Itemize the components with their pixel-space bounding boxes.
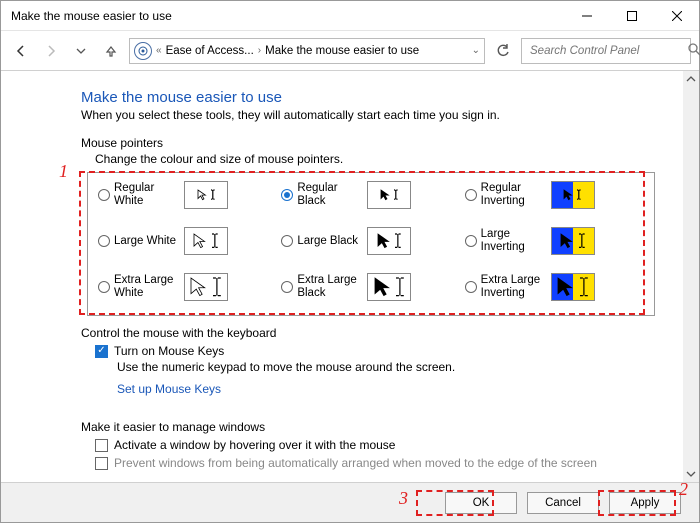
cursor-preview-icon xyxy=(184,227,228,255)
pointer-label: Extra Large Black xyxy=(297,274,363,299)
recent-dropdown[interactable] xyxy=(69,39,93,63)
ok-button[interactable]: OK xyxy=(445,492,517,514)
forward-button[interactable] xyxy=(39,39,63,63)
radio-xl-black[interactable] xyxy=(281,281,293,293)
address-bar[interactable]: « Ease of Access... › Make the mouse eas… xyxy=(129,38,485,64)
cursor-preview-icon xyxy=(551,181,595,209)
pointer-option-regular-black[interactable]: Regular Black xyxy=(281,181,460,209)
radio-regular-black[interactable] xyxy=(281,189,293,201)
pointer-option-large-black[interactable]: Large Black xyxy=(281,227,460,255)
radio-xl-white[interactable] xyxy=(98,281,110,293)
content-area: Make the mouse easier to use When you se… xyxy=(1,71,699,482)
search-box[interactable] xyxy=(521,38,691,64)
up-button[interactable] xyxy=(99,39,123,63)
prevent-arrange-label: Prevent windows from being automatically… xyxy=(114,456,597,470)
mouse-keys-label: Turn on Mouse Keys xyxy=(114,344,224,358)
pointer-option-regular-white[interactable]: Regular White xyxy=(98,181,277,209)
maximize-button[interactable] xyxy=(609,1,654,30)
pointer-label: Large Inverting xyxy=(481,228,547,253)
pointer-label: Extra Large White xyxy=(114,274,180,299)
cursor-preview-icon xyxy=(184,181,228,209)
refresh-button[interactable] xyxy=(491,39,515,63)
section-windows: Make it easier to manage windows xyxy=(81,420,655,434)
radio-regular-white[interactable] xyxy=(98,189,110,201)
cancel-button[interactable]: Cancel xyxy=(527,492,599,514)
pointer-label: Regular Inverting xyxy=(481,182,547,207)
mouse-keys-checkbox-row[interactable]: ✓ Turn on Mouse Keys xyxy=(95,344,655,358)
pointer-option-regular-inverting[interactable]: Regular Inverting xyxy=(465,181,644,209)
radio-large-black[interactable] xyxy=(281,235,293,247)
radio-large-white[interactable] xyxy=(98,235,110,247)
pointer-label: Regular Black xyxy=(297,182,363,207)
breadcrumb-root[interactable]: Ease of Access... xyxy=(166,45,254,57)
hover-activate-label: Activate a window by hovering over it wi… xyxy=(114,438,395,452)
pointer-label: Large Black xyxy=(297,235,363,248)
titlebar: Make the mouse easier to use xyxy=(1,1,699,31)
radio-xl-inverting[interactable] xyxy=(465,281,477,293)
pointer-option-xl-inverting[interactable]: Extra Large Inverting xyxy=(465,273,644,301)
hover-activate-checkbox[interactable] xyxy=(95,439,108,452)
mouse-keys-desc: Use the numeric keypad to move the mouse… xyxy=(117,360,655,374)
prevent-arrange-row[interactable]: Prevent windows from being automatically… xyxy=(95,456,655,470)
window-controls xyxy=(564,1,699,30)
navbar: « Ease of Access... › Make the mouse eas… xyxy=(1,31,699,71)
radio-regular-inverting[interactable] xyxy=(465,189,477,201)
cursor-preview-icon xyxy=(551,227,595,255)
back-button[interactable] xyxy=(9,39,33,63)
breadcrumb-sep-icon: « xyxy=(156,45,162,56)
dialog-buttons: OK Cancel Apply xyxy=(1,482,699,522)
section-mouse-pointers: Mouse pointers xyxy=(81,136,655,150)
pointer-panel: Regular White Regular Black Regular Invert… xyxy=(87,172,655,316)
pointer-option-xl-white[interactable]: Extra Large White xyxy=(98,273,277,301)
control-panel-icon xyxy=(134,42,152,60)
cursor-preview-icon xyxy=(367,227,411,255)
close-button[interactable] xyxy=(654,1,699,30)
chevron-down-icon[interactable]: ⌄ xyxy=(472,45,480,56)
search-icon[interactable] xyxy=(688,43,700,59)
hover-activate-row[interactable]: Activate a window by hovering over it wi… xyxy=(95,438,655,452)
search-input[interactable] xyxy=(528,44,688,58)
apply-button[interactable]: Apply xyxy=(609,492,681,514)
minimize-button[interactable] xyxy=(564,1,609,30)
section-pointers-sub: Change the colour and size of mouse poin… xyxy=(95,152,655,166)
section-keyboard: Control the mouse with the keyboard xyxy=(81,326,655,340)
pointer-label: Regular White xyxy=(114,182,180,207)
chevron-right-icon: › xyxy=(258,45,261,56)
pointer-option-large-inverting[interactable]: Large Inverting xyxy=(465,227,644,255)
window-title: Make the mouse easier to use xyxy=(11,9,564,23)
cursor-preview-icon xyxy=(367,273,411,301)
pointer-option-xl-black[interactable]: Extra Large Black xyxy=(281,273,460,301)
radio-large-inverting[interactable] xyxy=(465,235,477,247)
prevent-arrange-checkbox[interactable] xyxy=(95,457,108,470)
mouse-keys-checkbox[interactable]: ✓ xyxy=(95,345,108,358)
page-title: Make the mouse easier to use xyxy=(81,89,655,106)
pointer-label: Large White xyxy=(114,235,180,248)
pointer-label: Extra Large Inverting xyxy=(481,274,547,299)
setup-mouse-keys-link[interactable]: Set up Mouse Keys xyxy=(117,382,221,396)
cursor-preview-icon xyxy=(184,273,228,301)
breadcrumb-leaf[interactable]: Make the mouse easier to use xyxy=(265,45,419,57)
cursor-preview-icon xyxy=(551,273,595,301)
cursor-preview-icon xyxy=(367,181,411,209)
page-subtitle: When you select these tools, they will a… xyxy=(81,108,655,122)
pointer-option-large-white[interactable]: Large White xyxy=(98,227,277,255)
